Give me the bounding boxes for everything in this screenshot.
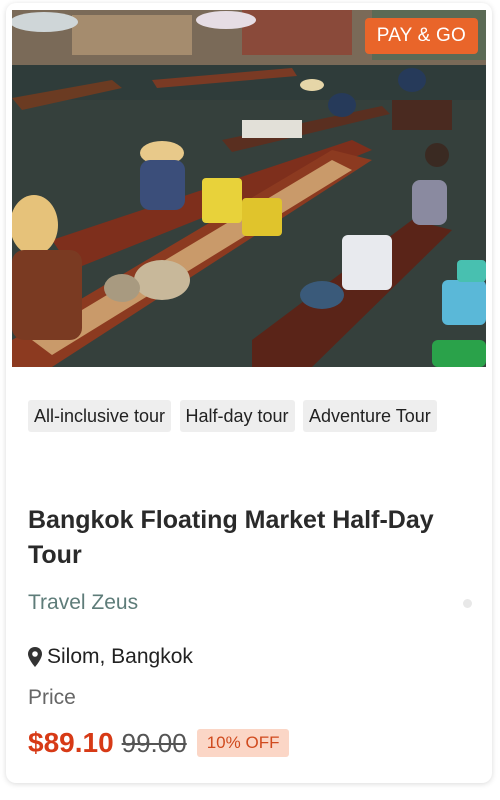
map-pin-icon [28,647,42,667]
price-label: Price [28,686,76,709]
tag-all-inclusive[interactable]: All-inclusive tour [28,400,172,432]
current-price: $89.10 [28,727,114,758]
vendor-name[interactable]: Travel Zeus [28,591,138,615]
tag-adventure[interactable]: Adventure Tour [303,400,437,432]
tag-half-day[interactable]: Half-day tour [179,400,295,432]
product-photo[interactable]: PAY & GO [12,10,486,367]
pay-and-go-badge: PAY & GO [364,18,478,54]
tag-list: All-inclusive tour Half-day tour Adventu… [28,400,468,440]
product-title[interactable]: Bangkok Floating Market Half-Day Tour [28,503,478,573]
floating-market-image [12,10,486,367]
product-card[interactable]: PAY & GO All-inclusive tour Half-day tou… [6,3,492,783]
original-price: 99.00 [121,727,187,758]
price-row: $89.10 99.00 10% OFF [28,727,290,759]
status-dot [463,599,472,608]
location: Silom, Bangkok [28,645,193,669]
location-text: Silom, Bangkok [47,645,193,668]
discount-badge: 10% OFF [196,729,290,757]
